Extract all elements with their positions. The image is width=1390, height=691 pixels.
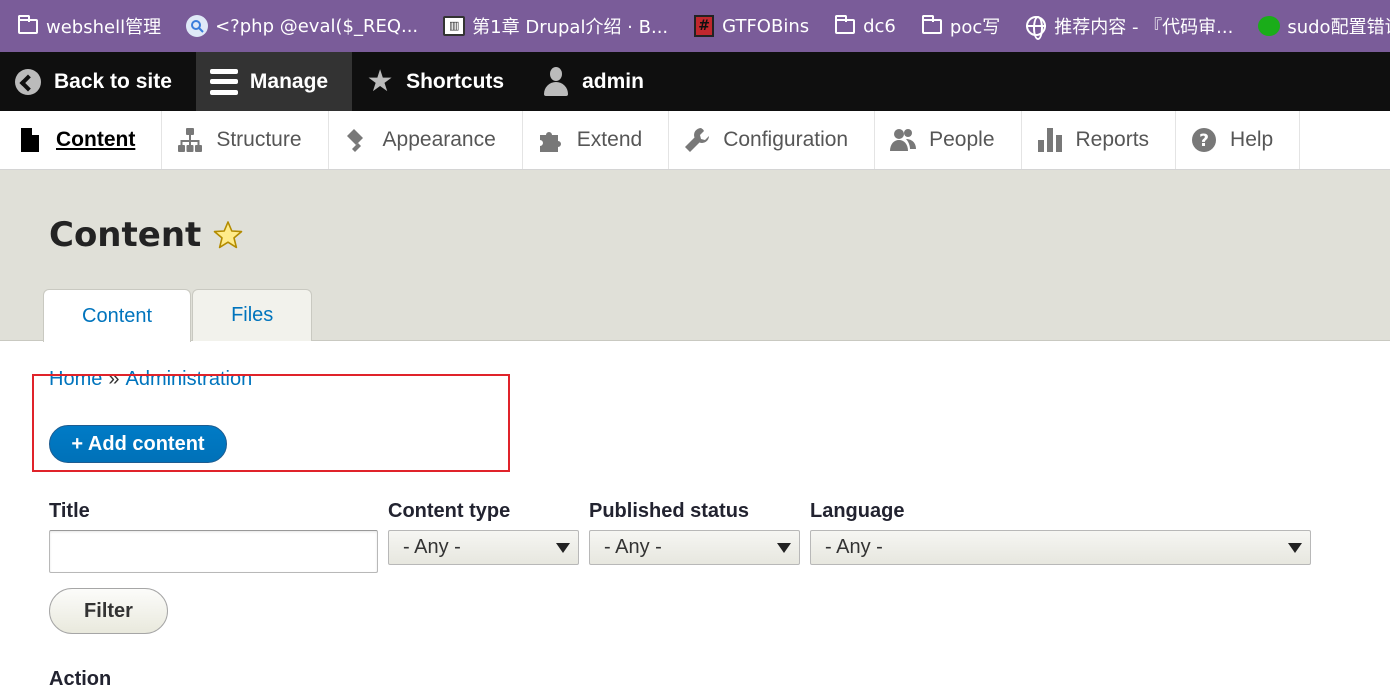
bookmark-label: 第1章 Drupal介绍 · B...: [472, 17, 669, 38]
tray-item-configuration[interactable]: Configuration: [669, 111, 876, 169]
admin-toolbar: Back to site Manage ★ Shortcuts admin: [0, 52, 1390, 111]
bookmark-label: sudo配置错误提权号: [1287, 17, 1390, 38]
menu-icon: [209, 68, 238, 96]
back-arrow-icon: [14, 68, 42, 96]
tray-item-structure[interactable]: Structure: [162, 111, 329, 169]
language-filter-label: Language: [810, 500, 905, 522]
help-icon: ?: [1190, 126, 1218, 154]
chevron-down-icon: [777, 543, 791, 553]
published-status-select[interactable]: - Any -: [589, 530, 800, 565]
user-icon: [542, 66, 570, 96]
shortcuts-tab[interactable]: ★ Shortcuts: [352, 52, 528, 111]
folder-icon: [833, 14, 857, 38]
shortcuts-label: Shortcuts: [406, 69, 505, 93]
language-selected: - Any -: [825, 536, 883, 558]
tray-item-label: Configuration: [723, 128, 849, 151]
bookmark-label: <?php @eval($_REQ...: [215, 15, 419, 37]
breadcrumb: Home » Administration: [49, 368, 252, 391]
search-icon: [185, 14, 209, 38]
tray-item-reports[interactable]: Reports: [1022, 111, 1177, 169]
tray-item-appearance[interactable]: Appearance: [329, 111, 523, 169]
title-filter-input[interactable]: [49, 530, 378, 573]
paint-icon: [343, 126, 371, 154]
page-header: Content Content Files: [0, 170, 1390, 342]
bar-chart-icon: [1036, 126, 1064, 154]
wrench-icon: [683, 126, 711, 154]
chevron-down-icon: [556, 543, 570, 553]
tab-content[interactable]: Content: [43, 289, 192, 342]
breadcrumb-separator: »: [108, 368, 120, 390]
tray-item-label: Structure: [216, 128, 302, 151]
globe-icon: [1024, 14, 1048, 40]
bookmark-poc[interactable]: poc写: [904, 0, 1008, 52]
content-type-select[interactable]: - Any -: [388, 530, 579, 565]
tray-item-help[interactable]: ? Help: [1176, 111, 1301, 169]
document-icon: [16, 126, 44, 154]
star-icon[interactable]: [213, 220, 243, 250]
book-icon: ▥: [442, 14, 466, 38]
tray-item-label: People: [929, 128, 995, 151]
tray-item-people[interactable]: People: [875, 111, 1022, 169]
people-icon: [889, 126, 917, 154]
svg-text:?: ?: [1199, 131, 1209, 151]
page-title-text: Content: [49, 215, 202, 255]
manage-tray: Content Structure Appearance Extend Conf…: [0, 111, 1390, 170]
tray-item-label: Reports: [1075, 128, 1150, 151]
tray-item-label: Extend: [576, 128, 643, 151]
bookmark-php-eval[interactable]: <?php @eval($_REQ...: [169, 0, 426, 52]
bookmark-dc6[interactable]: dc6: [817, 0, 904, 52]
user-tab[interactable]: admin: [528, 52, 668, 111]
wechat-icon: [1257, 14, 1281, 38]
content-type-selected: - Any -: [403, 536, 461, 558]
action-label: Action: [49, 668, 112, 690]
manage-label: Manage: [249, 69, 329, 93]
bookmark-label: 推荐内容 - 『代码审...: [1054, 17, 1234, 38]
back-to-site-link[interactable]: Back to site: [0, 52, 196, 111]
published-status-filter-label: Published status: [589, 500, 750, 522]
puzzle-icon: [537, 126, 565, 154]
tray-item-content[interactable]: Content: [0, 111, 163, 169]
tray-item-label: Appearance: [382, 128, 496, 151]
back-to-site-label: Back to site: [54, 69, 172, 93]
published-status-selected: - Any -: [604, 536, 662, 558]
breadcrumb-administration-link[interactable]: Administration: [125, 368, 252, 390]
bookmark-label: poc写: [949, 17, 1001, 38]
title-filter-label: Title: [49, 500, 90, 522]
bookmark-label: GTFOBins: [722, 15, 810, 37]
star-icon: ★: [366, 64, 394, 98]
filter-button[interactable]: Filter: [49, 588, 168, 634]
chevron-down-icon: [1288, 543, 1302, 553]
tab-files[interactable]: Files: [192, 289, 313, 341]
bookmark-label: webshell管理: [46, 17, 162, 38]
manage-tab[interactable]: Manage: [195, 52, 353, 111]
bookmark-recommended[interactable]: 推荐内容 - 『代码审...: [1008, 0, 1241, 52]
page-title: Content: [49, 215, 243, 255]
sitemap-icon: [176, 126, 204, 154]
bookmarks-bar: webshell管理 <?php @eval($_REQ... ▥ 第1章 Dr…: [0, 0, 1390, 52]
folder-icon: [920, 14, 944, 38]
bookmark-drupal-chapter[interactable]: ▥ 第1章 Drupal介绍 · B...: [426, 0, 676, 52]
user-label: admin: [582, 69, 644, 93]
tray-item-label: Content: [56, 128, 136, 151]
bookmark-label: dc6: [863, 15, 896, 37]
gtfobins-icon: #: [692, 14, 716, 38]
bookmark-gtfobins[interactable]: # GTFOBins: [676, 0, 817, 52]
tray-item-extend[interactable]: Extend: [523, 111, 670, 169]
folder-icon: [16, 14, 40, 38]
tray-item-label: Help: [1230, 128, 1274, 151]
bookmark-webshell[interactable]: webshell管理: [0, 0, 169, 52]
bookmark-sudo[interactable]: sudo配置错误提权号: [1241, 0, 1390, 52]
content-type-filter-label: Content type: [388, 500, 511, 522]
language-select[interactable]: - Any -: [810, 530, 1311, 565]
breadcrumb-home-link[interactable]: Home: [49, 368, 102, 390]
primary-tabs: Content Files: [43, 289, 313, 342]
add-content-button[interactable]: + Add content: [49, 425, 227, 463]
